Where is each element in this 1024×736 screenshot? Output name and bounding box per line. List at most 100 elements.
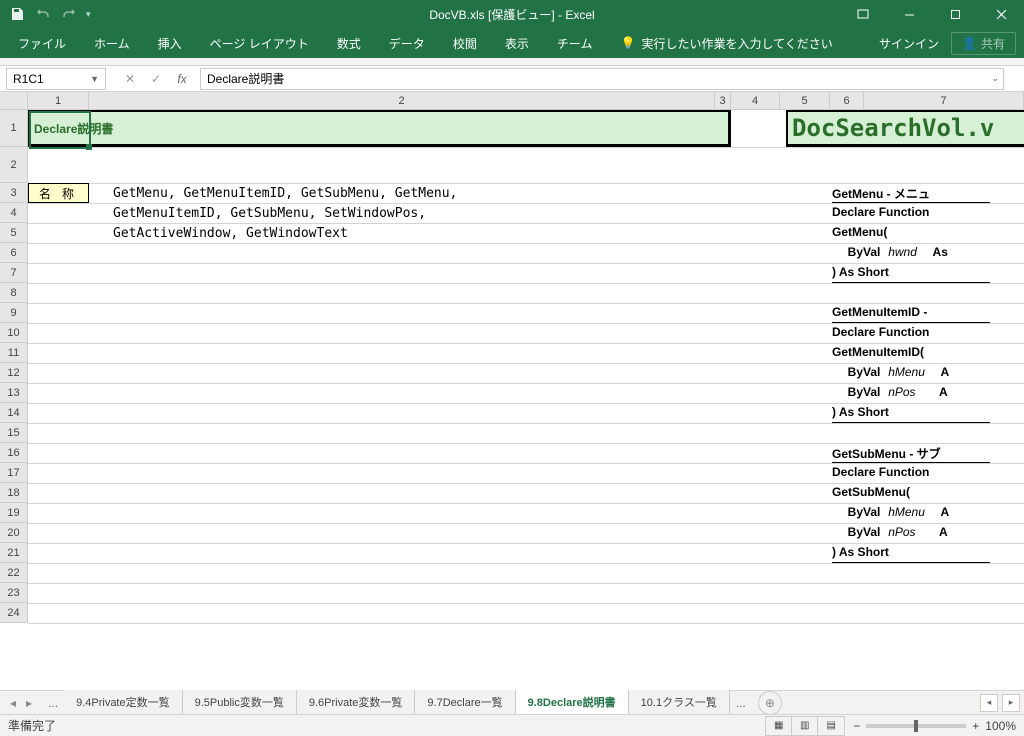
- sheet-tab[interactable]: 9.6Private変数一覧: [297, 690, 416, 716]
- row-header[interactable]: 18: [0, 483, 27, 503]
- ribbon-tab[interactable]: 表示: [491, 28, 543, 58]
- zoom-slider[interactable]: [866, 724, 966, 728]
- sheet-tabs-overflow[interactable]: ...: [42, 696, 64, 710]
- zoom-control[interactable]: − + 100%: [853, 719, 1016, 733]
- normal-view-icon[interactable]: ▦: [766, 717, 792, 735]
- row-header[interactable]: 2: [0, 147, 27, 183]
- ribbon-tab[interactable]: ホーム: [80, 28, 144, 58]
- row-header[interactable]: 9: [0, 303, 27, 323]
- column-header[interactable]: 1: [28, 92, 89, 109]
- cell-code[interactable]: ByVal hMenu A: [832, 505, 990, 523]
- cell-code[interactable]: ) As Short: [832, 265, 990, 283]
- cell-code[interactable]: ByVal nPos A: [832, 525, 990, 543]
- add-sheet-button[interactable]: ⊕: [758, 691, 782, 715]
- page-break-view-icon[interactable]: ▤: [818, 717, 844, 735]
- ribbon-tab[interactable]: ファイル: [4, 28, 80, 58]
- column-header[interactable]: 6: [830, 92, 864, 109]
- ribbon-tab[interactable]: データ: [375, 28, 439, 58]
- undo-icon[interactable]: [34, 5, 52, 23]
- cell-code[interactable]: ByVal hwnd As: [832, 245, 990, 263]
- sheet-tab[interactable]: 9.5Public変数一覧: [183, 690, 297, 716]
- cell-title-docsearch[interactable]: DocSearchVol.v: [786, 110, 1024, 147]
- save-icon[interactable]: [8, 5, 26, 23]
- cell-code[interactable]: Declare Function: [832, 205, 990, 223]
- cell-code[interactable]: GetMenuItemID -: [832, 305, 990, 323]
- sheet-tabs-overflow-right[interactable]: ...: [730, 696, 752, 710]
- row-header[interactable]: 22: [0, 563, 27, 583]
- cell-code[interactable]: GetSubMenu(: [832, 485, 990, 503]
- row-header[interactable]: 12: [0, 363, 27, 383]
- row-header[interactable]: 13: [0, 383, 27, 403]
- column-header[interactable]: 5: [780, 92, 830, 109]
- cell-title-declare[interactable]: Declare説明書: [28, 110, 731, 147]
- sheet-tab[interactable]: 9.7Declare一覧: [415, 690, 515, 716]
- qat-dropdown-icon[interactable]: ▾: [86, 9, 91, 20]
- row-header[interactable]: 16: [0, 443, 27, 463]
- row-headers[interactable]: 123456789101112131415161718192021222324: [0, 110, 28, 623]
- worksheet-grid[interactable]: 1234567 12345678910111213141516171819202…: [0, 92, 1024, 642]
- cell-code[interactable]: GetMenu - メニュ: [832, 185, 990, 203]
- row-header[interactable]: 20: [0, 523, 27, 543]
- row-header[interactable]: 23: [0, 583, 27, 603]
- row-header[interactable]: 8: [0, 283, 27, 303]
- signin-link[interactable]: サインイン: [879, 35, 939, 52]
- ribbon-tab[interactable]: 数式: [323, 28, 375, 58]
- select-all-corner[interactable]: [0, 92, 28, 110]
- ribbon-display-icon[interactable]: [840, 0, 886, 28]
- cell-text[interactable]: GetMenuItemID, GetSubMenu, SetWindowPos,: [113, 206, 426, 221]
- cell-code[interactable]: GetMenuItemID(: [832, 345, 990, 363]
- enter-formula-icon[interactable]: ✓: [146, 69, 166, 89]
- row-header[interactable]: 6: [0, 243, 27, 263]
- cancel-formula-icon[interactable]: ✕: [120, 69, 140, 89]
- row-header[interactable]: 24: [0, 603, 27, 623]
- expand-formula-icon[interactable]: ⌄: [991, 73, 999, 84]
- cell-code[interactable]: ByVal hMenu A: [832, 365, 990, 383]
- share-button[interactable]: 👤 共有: [951, 32, 1016, 55]
- sheet-tab[interactable]: 9.4Private定数一覧: [64, 690, 183, 716]
- row-header[interactable]: 17: [0, 463, 27, 483]
- sheet-tab[interactable]: 9.8Declare説明書: [516, 690, 629, 716]
- ribbon-tab[interactable]: チーム: [543, 28, 607, 58]
- redo-icon[interactable]: [60, 5, 78, 23]
- cell-code[interactable]: Declare Function: [832, 325, 990, 343]
- fx-icon[interactable]: fx: [172, 69, 192, 89]
- cell-code[interactable]: ) As Short: [832, 405, 990, 423]
- zoom-in-icon[interactable]: +: [972, 719, 979, 733]
- row-header[interactable]: 3: [0, 183, 27, 203]
- page-layout-view-icon[interactable]: ▥: [792, 717, 818, 735]
- sheet-nav-next-icon[interactable]: ▸: [22, 694, 36, 712]
- cell-code[interactable]: GetMenu(: [832, 225, 990, 243]
- column-header[interactable]: 4: [731, 92, 780, 109]
- cell-code[interactable]: GetSubMenu - サブ: [832, 445, 990, 463]
- ribbon-tab[interactable]: 挿入: [144, 28, 196, 58]
- sheet-nav-prev-icon[interactable]: ◂: [6, 694, 20, 712]
- cell-text[interactable]: GetMenu, GetMenuItemID, GetSubMenu, GetM…: [113, 186, 457, 201]
- row-header[interactable]: 10: [0, 323, 27, 343]
- row-header[interactable]: 7: [0, 263, 27, 283]
- sheet-nav[interactable]: ◂ ▸: [0, 694, 42, 712]
- close-button[interactable]: [978, 0, 1024, 28]
- chevron-down-icon[interactable]: ▼: [90, 74, 99, 84]
- ribbon-tab[interactable]: ページ レイアウト: [196, 28, 323, 58]
- cell-text[interactable]: GetActiveWindow, GetWindowText: [113, 226, 348, 241]
- hscroll-right-icon[interactable]: ▸: [1002, 694, 1020, 712]
- column-headers[interactable]: 1234567: [28, 92, 1024, 110]
- ribbon-tab[interactable]: 校閲: [439, 28, 491, 58]
- row-header[interactable]: 21: [0, 543, 27, 563]
- column-header[interactable]: 3: [715, 92, 731, 109]
- tell-me[interactable]: 💡 実行したい作業を入力してください: [606, 35, 846, 52]
- row-header[interactable]: 4: [0, 203, 27, 223]
- hscroll-left-icon[interactable]: ◂: [980, 694, 998, 712]
- row-header[interactable]: 5: [0, 223, 27, 243]
- row-header[interactable]: 11: [0, 343, 27, 363]
- maximize-button[interactable]: [932, 0, 978, 28]
- name-box[interactable]: R1C1 ▼: [6, 68, 106, 90]
- column-header[interactable]: 2: [89, 92, 715, 109]
- column-header[interactable]: 7: [864, 92, 1024, 109]
- row-header[interactable]: 15: [0, 423, 27, 443]
- cell-code[interactable]: Declare Function: [832, 465, 990, 483]
- sheet-tab[interactable]: 10.1クラス一覧: [629, 690, 730, 716]
- minimize-button[interactable]: [886, 0, 932, 28]
- formula-input[interactable]: Declare説明書 ⌄: [200, 68, 1004, 90]
- cell-code[interactable]: ) As Short: [832, 545, 990, 563]
